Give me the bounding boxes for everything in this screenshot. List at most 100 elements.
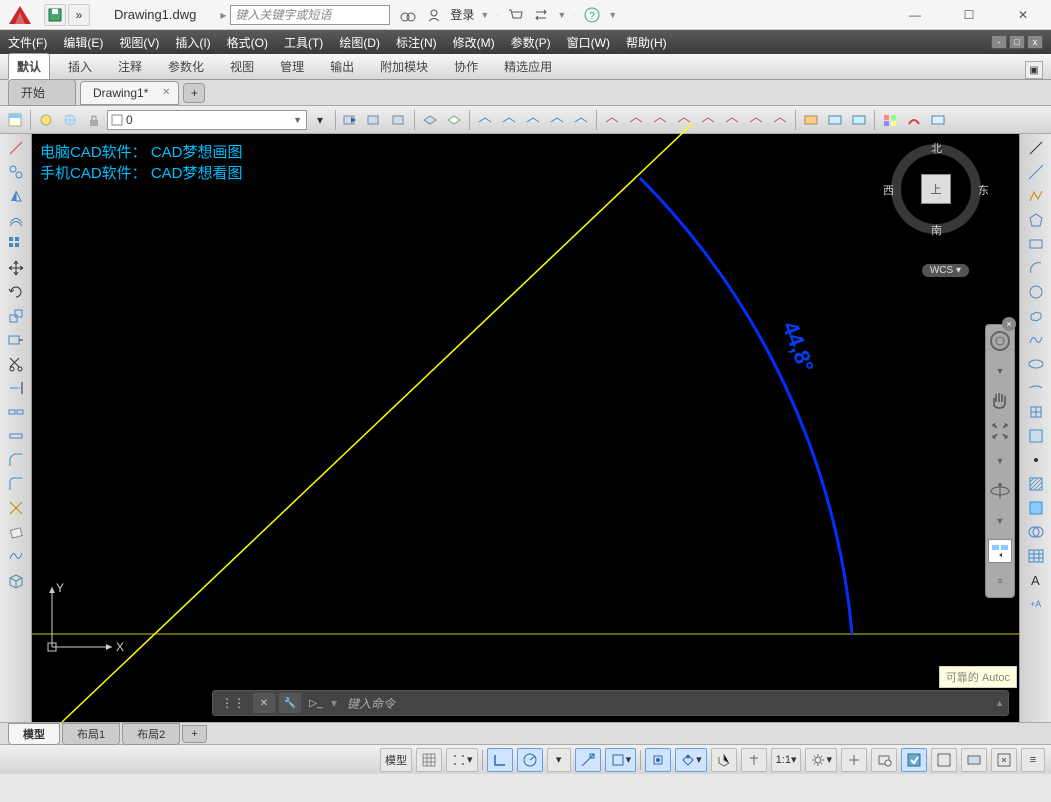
draw-xline-icon[interactable] — [1024, 162, 1048, 182]
tool-b8-icon[interactable] — [769, 109, 791, 131]
copy-tool-icon[interactable] — [4, 162, 28, 182]
layer-match-icon[interactable]: ▾ — [309, 109, 331, 131]
menu-window[interactable]: 窗口(W) — [567, 34, 610, 51]
tool-b5-icon[interactable] — [697, 109, 719, 131]
draw-polyline-icon[interactable] — [1024, 186, 1048, 206]
viewcube-top-face[interactable]: 上 — [921, 174, 951, 204]
tool-a4-icon[interactable] — [546, 109, 568, 131]
command-line[interactable]: ⋮⋮ ✕ 🔧 ▷_ ▾ 键入命令 ▲ — [212, 690, 1009, 716]
draw-rectangle-icon[interactable] — [1024, 234, 1048, 254]
box-tool-icon[interactable] — [4, 570, 28, 590]
draw-addselected-icon[interactable]: +A — [1024, 594, 1048, 614]
login-dropdown-icon[interactable]: ▼ — [480, 10, 489, 20]
menu-modify[interactable]: 修改(M) — [453, 34, 495, 51]
doc-tab-drawing1[interactable]: Drawing1*✕ — [80, 81, 179, 105]
layer-uniso-icon[interactable] — [443, 109, 465, 131]
workspace-switch-icon[interactable] — [871, 748, 897, 772]
ribbon-tab-default[interactable]: 默认 — [8, 53, 50, 80]
mirror-tool-icon[interactable] — [4, 186, 28, 206]
ortho-toggle-icon[interactable] — [487, 748, 513, 772]
ribbon-tab-view[interactable]: 视图 — [222, 54, 262, 79]
menu-draw[interactable]: 绘图(D) — [339, 34, 380, 51]
draw-mtext-icon[interactable]: A — [1024, 570, 1048, 590]
layer-lock-icon[interactable] — [83, 109, 105, 131]
spline-tool-icon[interactable] — [4, 546, 28, 566]
ribbon-tab-manage[interactable]: 管理 — [272, 54, 312, 79]
navbar-dropdown-icon[interactable]: ▼ — [988, 359, 1012, 383]
array-tool-icon[interactable] — [4, 234, 28, 254]
tool-d3-icon[interactable] — [927, 109, 949, 131]
break-tool-icon[interactable] — [4, 402, 28, 422]
tab-model[interactable]: 模型 — [8, 723, 60, 745]
draw-insert-icon[interactable] — [1024, 402, 1048, 422]
wcs-badge[interactable]: WCS ▾ — [922, 264, 969, 277]
lineweight-toggle-icon[interactable] — [645, 748, 671, 772]
tool-a3-icon[interactable] — [522, 109, 544, 131]
viewcube[interactable]: 上 北 南 东 西 — [891, 144, 981, 234]
move-tool-icon[interactable] — [4, 258, 28, 278]
close-icon[interactable]: ✕ — [162, 87, 170, 98]
tool-b3-icon[interactable] — [649, 109, 671, 131]
draw-revcloud-icon[interactable] — [1024, 306, 1048, 326]
tool-d1-icon[interactable] — [879, 109, 901, 131]
trim-tool-icon[interactable] — [4, 354, 28, 374]
draw-spline-icon[interactable] — [1024, 330, 1048, 350]
tool-d2-icon[interactable] — [903, 109, 925, 131]
app-logo[interactable] — [0, 0, 40, 30]
showmotion-icon[interactable] — [988, 539, 1012, 563]
menu-dimension[interactable]: 标注(N) — [396, 34, 437, 51]
draw-point-icon[interactable] — [1024, 450, 1048, 470]
annotation-scale-icon[interactable] — [841, 748, 867, 772]
drawing-canvas[interactable]: 电脑CAD软件： CAD梦想画图 手机CAD软件： CAD梦想看图 44,8° … — [32, 134, 1019, 722]
draw-polygon-icon[interactable] — [1024, 210, 1048, 230]
ribbon-tab-output[interactable]: 输出 — [322, 54, 362, 79]
user-icon[interactable] — [424, 5, 444, 25]
osnap-toggle-icon[interactable] — [575, 748, 601, 772]
viewcube-north[interactable]: 北 — [931, 140, 942, 156]
viewcube-east[interactable]: 东 — [978, 182, 989, 198]
menu-edit[interactable]: 编辑(E) — [63, 34, 103, 51]
draw-arc-icon[interactable] — [1024, 258, 1048, 278]
menu-help[interactable]: 帮助(H) — [626, 34, 667, 51]
orbit-icon[interactable] — [988, 479, 1012, 503]
ribbon-tab-featured[interactable]: 精选应用 — [496, 54, 560, 79]
snap-toggle-icon[interactable]: ▾ — [446, 748, 478, 772]
tool-a5-icon[interactable] — [570, 109, 592, 131]
draw-line-icon[interactable] — [1024, 138, 1048, 158]
tool-b2-icon[interactable] — [625, 109, 647, 131]
offset-tool-icon[interactable] — [4, 210, 28, 230]
layer-off-icon[interactable] — [35, 109, 57, 131]
annotation-monitor-icon[interactable] — [901, 748, 927, 772]
ribbon-tab-insert[interactable]: 插入 — [60, 54, 100, 79]
orbit-dropdown-icon[interactable]: ▼ — [988, 509, 1012, 533]
draw-ellipse-icon[interactable] — [1024, 354, 1048, 374]
status-model-button[interactable]: 模型 — [380, 748, 412, 772]
zoom-dropdown-icon[interactable]: ▼ — [988, 449, 1012, 473]
layer-previous-icon[interactable] — [340, 109, 362, 131]
help-icon[interactable]: ? — [582, 5, 602, 25]
layer-tool-icon[interactable] — [388, 109, 410, 131]
extend-tool-icon[interactable] — [4, 378, 28, 398]
rotate-tool-icon[interactable] — [4, 282, 28, 302]
ribbon-tab-annotate[interactable]: 注释 — [110, 54, 150, 79]
qat-more-icon[interactable]: » — [68, 4, 90, 26]
search-input[interactable]: 键入关键字或短语 — [230, 5, 390, 25]
polar-toggle-icon[interactable] — [517, 748, 543, 772]
tool-b4-icon[interactable] — [673, 109, 695, 131]
draw-block-icon[interactable] — [1024, 426, 1048, 446]
tool-b1-icon[interactable] — [601, 109, 623, 131]
grid-toggle-icon[interactable] — [416, 748, 442, 772]
menu-view[interactable]: 视图(V) — [119, 34, 159, 51]
status-scale[interactable]: 1:1 ▾ — [771, 748, 802, 772]
new-tab-button[interactable]: + — [183, 83, 205, 103]
erase-tool-icon[interactable] — [4, 522, 28, 542]
draw-circle-icon[interactable] — [1024, 282, 1048, 302]
chamfer-tool-icon[interactable] — [4, 450, 28, 470]
zoom-extents-icon[interactable] — [988, 419, 1012, 443]
exchange-icon[interactable] — [531, 5, 551, 25]
doc-tab-start[interactable]: 开始 — [8, 79, 76, 106]
viewcube-south[interactable]: 南 — [931, 222, 942, 238]
explode-tool-icon[interactable] — [4, 498, 28, 518]
viewcube-west[interactable]: 西 — [883, 182, 894, 198]
ribbon-tab-parametric[interactable]: 参数化 — [160, 54, 212, 79]
